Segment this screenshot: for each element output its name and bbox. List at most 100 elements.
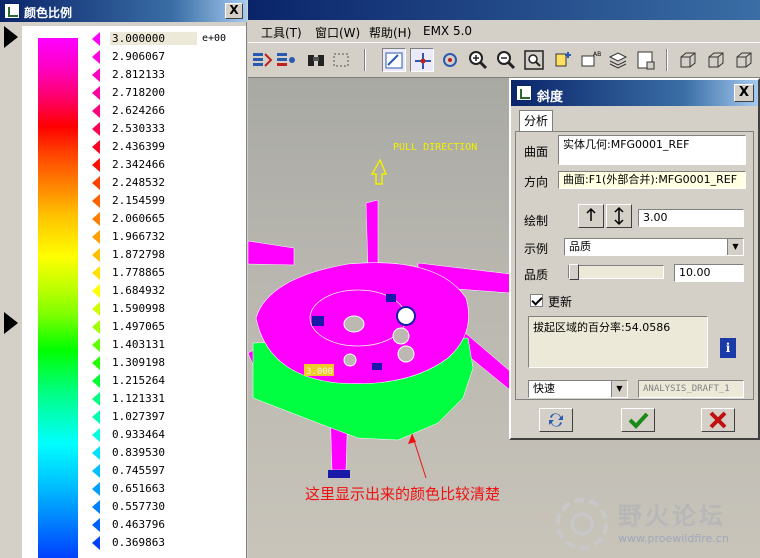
scale-marker-icon[interactable] (92, 194, 100, 208)
scale-marker-icon[interactable] (92, 428, 100, 442)
scale-row: 1.215264 (92, 372, 242, 390)
mode-select[interactable]: 快速 ▼ (528, 380, 628, 398)
menu-help[interactable]: 帮助(H) (369, 24, 411, 41)
scale-marker-icon[interactable] (92, 500, 100, 514)
scale-row: 2.060665 (92, 210, 242, 228)
quality-slider-thumb[interactable] (569, 264, 579, 280)
quality-slider[interactable] (568, 264, 664, 280)
lower-limit-pointer-icon[interactable] (4, 312, 18, 334)
quality-input[interactable]: 10.00 (674, 264, 744, 282)
draw-angle-input[interactable]: 3.00 (638, 209, 744, 227)
analysis-tab-panel: 曲面 实体几何:MFG0001_REF 方向 曲面:F1(外部合并):MFG00… (515, 131, 754, 400)
refit-icon[interactable] (522, 48, 546, 72)
update-checkbox[interactable] (530, 294, 543, 307)
scale-marker-icon[interactable] (92, 320, 100, 334)
scale-row: 0.557730 (92, 498, 242, 516)
scale-marker-icon[interactable] (92, 176, 100, 190)
menu-tools[interactable]: 工具(T) (261, 24, 302, 41)
scale-marker-icon[interactable] (92, 212, 100, 226)
scale-value: 1.872798 (112, 248, 165, 261)
surface-field[interactable]: 实体几何:MFG0001_REF (558, 135, 746, 165)
update-label: 更新 (548, 295, 573, 309)
menu-window[interactable]: 窗口(W) (315, 24, 360, 41)
slope-dialog-titlebar[interactable]: 斜度 X (511, 80, 758, 106)
wireframe-icon[interactable] (676, 48, 700, 72)
binoculars-icon[interactable] (304, 48, 328, 72)
box-select-icon[interactable] (330, 48, 354, 72)
scale-marker-icon[interactable] (92, 68, 100, 82)
scale-value: 1.027397 (112, 410, 165, 423)
ok-button[interactable] (621, 408, 655, 432)
hidden-line-icon[interactable] (704, 48, 728, 72)
scale-marker-icon[interactable] (92, 446, 100, 460)
info-icon[interactable]: i (720, 338, 736, 358)
scale-marker-icon[interactable] (92, 104, 100, 118)
spin-center-icon[interactable] (438, 48, 462, 72)
zoom-out-icon[interactable] (494, 48, 518, 72)
close-button[interactable]: X (734, 84, 754, 102)
chevron-down-icon[interactable]: ▼ (611, 381, 627, 397)
scale-marker-icon[interactable] (92, 374, 100, 388)
scale-marker-icon[interactable] (92, 482, 100, 496)
scale-value: 2.248532 (112, 176, 165, 189)
logo-icon (556, 498, 608, 550)
scale-marker-icon[interactable] (92, 536, 100, 550)
result-box: 拔起区域的百分率:54.0586 (528, 316, 708, 368)
close-button[interactable]: X (225, 3, 243, 19)
scale-marker-icon[interactable] (92, 140, 100, 154)
scale-row: 2.530333 (92, 120, 242, 138)
scale-marker-icon[interactable] (92, 518, 100, 532)
direction-field[interactable]: 曲面:F1(外部合并):MFG0001_REF (558, 171, 746, 189)
decrease-button[interactable] (606, 204, 632, 228)
scale-marker-icon[interactable] (92, 464, 100, 478)
increase-button[interactable] (578, 204, 604, 228)
tab-analysis[interactable]: 分析 (519, 110, 553, 132)
scale-marker-icon[interactable] (92, 86, 100, 100)
scale-marker-icon[interactable] (92, 32, 100, 46)
scale-marker-icon[interactable] (92, 230, 100, 244)
scale-marker-icon[interactable] (92, 392, 100, 406)
scale-marker-icon[interactable] (92, 302, 100, 316)
saved-views-icon[interactable]: AB (578, 48, 602, 72)
scale-marker-icon[interactable] (92, 356, 100, 370)
chevron-down-icon[interactable]: ▼ (727, 239, 743, 255)
scale-row: 1.778865 (92, 264, 242, 282)
color-scale-window: 颜色比例 X e+00 3.000000 2.906067 2.812133 2.71… (0, 0, 247, 558)
scale-value: 1.778865 (112, 266, 165, 279)
example-label: 示例 (524, 242, 549, 256)
scale-marker-icon[interactable] (92, 284, 100, 298)
scale-marker-icon[interactable] (92, 266, 100, 280)
scale-row: 1.872798 (92, 246, 242, 264)
model-tree-icon[interactable] (634, 48, 658, 72)
zoom-in-icon[interactable] (466, 48, 490, 72)
model-hole-1 (392, 327, 410, 345)
cancel-button[interactable] (701, 408, 735, 432)
datum-axis-icon[interactable] (410, 48, 434, 72)
repaint-icon (549, 413, 563, 427)
scale-marker-icon[interactable] (92, 158, 100, 172)
scale-marker-icon[interactable] (92, 50, 100, 64)
example-select[interactable]: 品质 ▼ (564, 238, 744, 256)
analysis-name-field[interactable]: ANALYSIS_DRAFT_1 (638, 380, 744, 398)
scale-marker-icon[interactable] (92, 338, 100, 352)
watermark-text: 野火论坛 (618, 502, 726, 530)
scale-marker-icon[interactable] (92, 248, 100, 262)
regenerate-manager-icon[interactable] (274, 48, 298, 72)
upper-limit-pointer-icon[interactable] (4, 26, 18, 48)
scale-marker-icon[interactable] (92, 410, 100, 424)
no-hidden-icon[interactable] (732, 48, 756, 72)
scale-value: 0.463796 (112, 518, 165, 531)
repaint-button[interactable] (539, 408, 573, 432)
layers-icon[interactable] (606, 48, 630, 72)
color-scale-titlebar[interactable]: 颜色比例 X (0, 0, 247, 22)
regenerate-icon[interactable] (250, 48, 274, 72)
model-arm-top (365, 199, 379, 271)
scale-marker-icon[interactable] (92, 122, 100, 136)
sketch-icon[interactable] (382, 48, 406, 72)
menu-emx[interactable]: EMX 5.0 (423, 24, 472, 38)
scale-value: 0.557730 (112, 500, 165, 513)
toolbar-separator (666, 49, 668, 71)
scale-value[interactable]: 3.000000 (110, 32, 197, 45)
direction-label: 方向 (524, 175, 549, 189)
orient-icon[interactable] (550, 48, 574, 72)
